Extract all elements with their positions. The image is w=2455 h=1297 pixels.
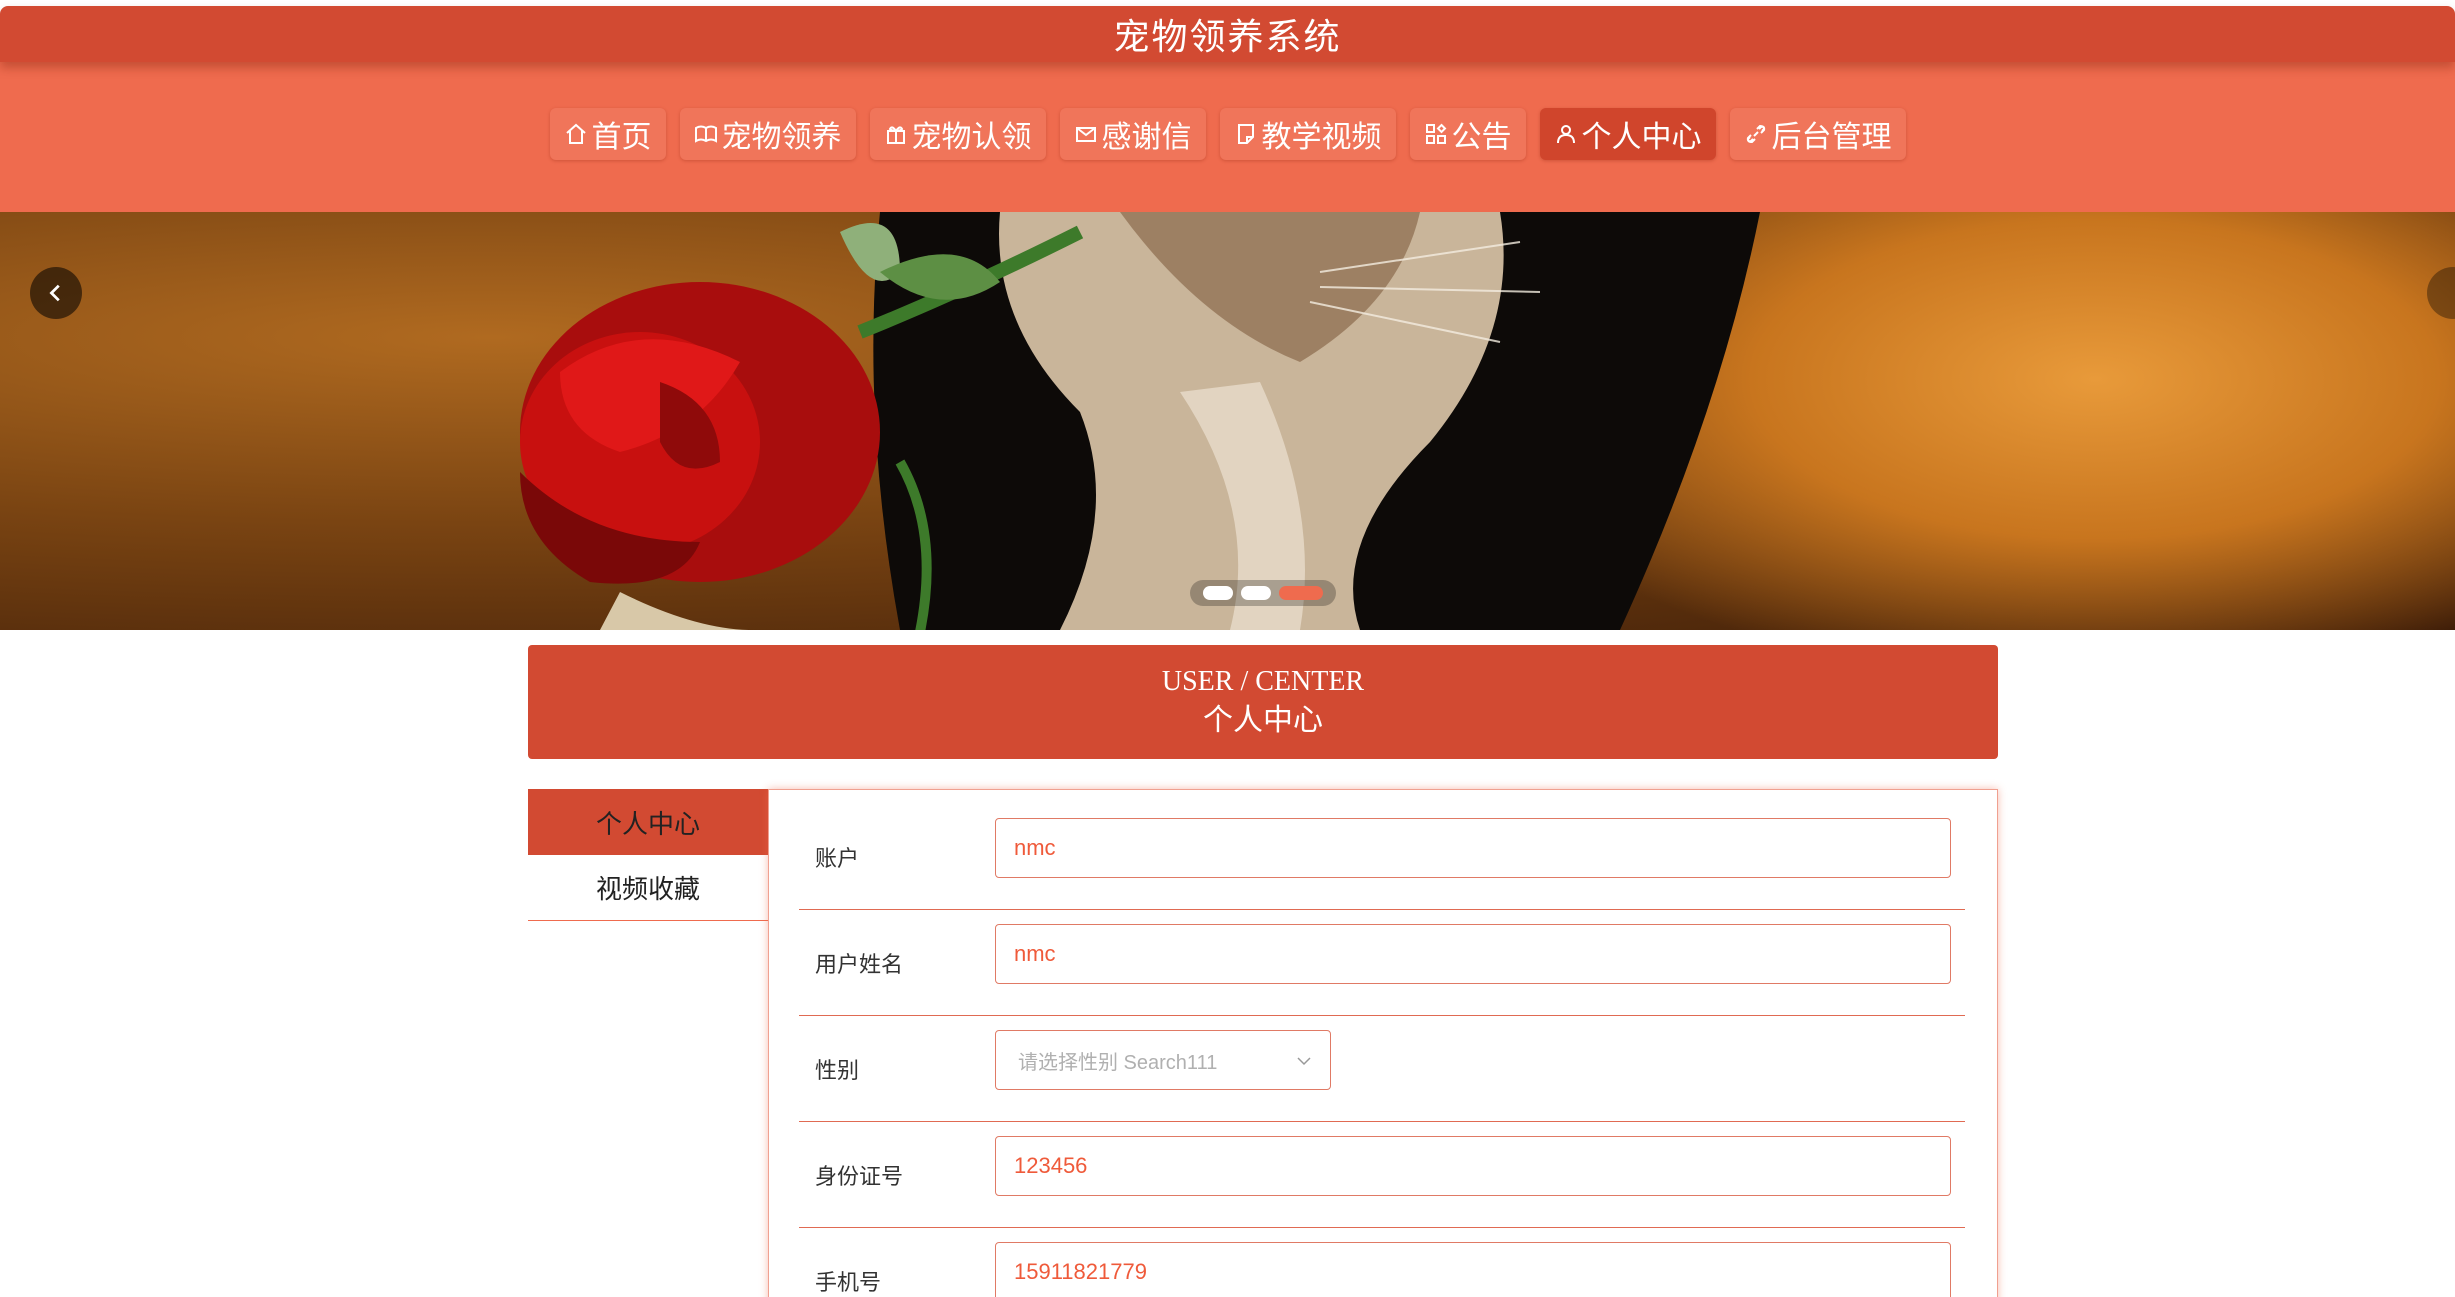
sidebar-item-label: 个人中心 xyxy=(595,809,700,840)
account-label: 账户 xyxy=(815,846,860,872)
home-icon xyxy=(565,123,586,144)
app-title: 宠物领养系统 xyxy=(1113,17,1342,58)
nav-item-user-center[interactable]: 个人中心 xyxy=(1539,108,1716,160)
sidebar-item-video-favorites[interactable]: 视频收藏 xyxy=(528,855,768,921)
carousel-dot-1[interactable] xyxy=(1203,586,1233,600)
nav-item-thank-you-letter[interactable]: 感谢信 xyxy=(1059,108,1206,160)
id-card-input[interactable] xyxy=(995,1136,1951,1196)
sidebar-item-label: 视频收藏 xyxy=(595,875,700,905)
nav-item-label: 首页 xyxy=(591,120,652,155)
nav-item-announcements[interactable]: 公告 xyxy=(1409,108,1526,160)
nav-item-label: 个人中心 xyxy=(1581,120,1702,155)
form-row-name: 用户姓名 xyxy=(799,910,1965,1016)
nav-item-tutorial-videos[interactable]: 教学视频 xyxy=(1219,108,1396,160)
carousel-dot-2[interactable] xyxy=(1241,586,1271,600)
form-row-gender: 性别 请选择性别 Search111 xyxy=(799,1016,1965,1122)
form-row-account: 账户 xyxy=(799,804,1965,910)
gift-icon xyxy=(886,126,905,144)
user-sidebar: 个人中心 视频收藏 xyxy=(528,789,768,921)
gender-select-placeholder: 请选择性别 Search111 xyxy=(1018,1051,1218,1074)
name-label: 用户姓名 xyxy=(815,952,904,978)
app-title-bar: 宠物领养系统 xyxy=(0,6,2455,62)
section-header: USER / CENTER 个人中心 xyxy=(528,645,1998,759)
nav-item-home[interactable]: 首页 xyxy=(549,108,666,160)
carousel-prev-button[interactable] xyxy=(30,267,82,319)
section-title-en: USER / CENTER xyxy=(1161,666,1365,697)
chevron-down-icon xyxy=(1297,1057,1311,1066)
nav-item-admin[interactable]: 后台管理 xyxy=(1729,108,1906,160)
user-icon xyxy=(1556,125,1575,144)
gender-select[interactable]: 请选择性别 Search111 xyxy=(995,1030,1331,1090)
book-icon xyxy=(694,125,717,143)
nav-band: 首页 宠物领养 宠物认领 感谢信 教学视频 公告 个人中心 后台管理 xyxy=(0,62,2455,212)
nav-item-label: 宠物领养 xyxy=(721,120,842,155)
nav-item-label: 教学视频 xyxy=(1261,120,1382,155)
sidebar-item-user-center[interactable]: 个人中心 xyxy=(528,789,768,855)
name-input[interactable] xyxy=(995,924,1951,984)
nav-item-label: 感谢信 xyxy=(1101,120,1192,155)
section-title-zh: 个人中心 xyxy=(1203,703,1323,738)
form-row-id-card: 身份证号 xyxy=(799,1122,1965,1228)
mail-icon xyxy=(1075,127,1096,142)
nav-item-label: 后台管理 xyxy=(1771,120,1892,155)
banner-carousel xyxy=(0,212,2455,630)
id-card-label: 身份证号 xyxy=(815,1164,904,1190)
nav-item-label: 公告 xyxy=(1451,120,1512,155)
document-icon xyxy=(1237,124,1254,144)
banner-image xyxy=(520,212,1760,630)
nav-item-label: 宠物认领 xyxy=(911,120,1032,155)
link-icon xyxy=(1746,124,1765,144)
gender-label: 性别 xyxy=(815,1058,860,1084)
nav-item-pet-claim[interactable]: 宠物认领 xyxy=(869,108,1046,160)
carousel-indicators xyxy=(1190,580,1336,606)
account-input[interactable] xyxy=(995,818,1951,878)
phone-input[interactable] xyxy=(995,1242,1951,1297)
grid-icon xyxy=(1425,123,1446,144)
carousel-dot-3[interactable] xyxy=(1279,586,1323,600)
chevron-left-icon xyxy=(49,284,60,302)
main-nav: 首页 宠物领养 宠物认领 感谢信 教学视频 公告 个人中心 后台管理 xyxy=(0,108,2455,160)
form-row-phone: 手机号 xyxy=(799,1228,1965,1297)
profile-form: 账户 用户姓名 性别 请选择性别 Search111 身份证号 手机号 xyxy=(768,789,1998,1297)
phone-label: 手机号 xyxy=(815,1270,882,1296)
nav-item-pet-adoption[interactable]: 宠物领养 xyxy=(679,108,856,160)
